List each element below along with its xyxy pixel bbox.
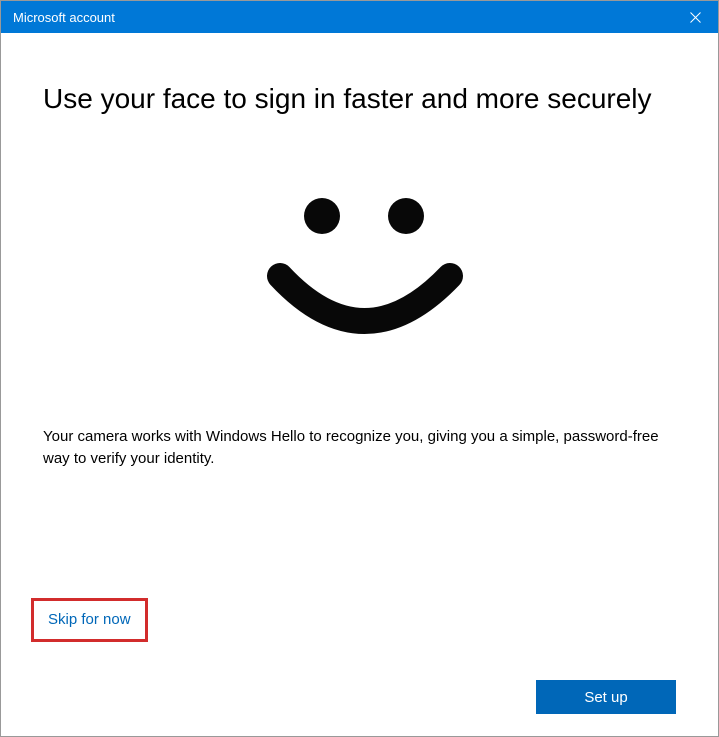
page-heading: Use your face to sign in faster and more… — [43, 81, 676, 116]
setup-button[interactable]: Set up — [536, 680, 676, 714]
description-text: Your camera works with Windows Hello to … — [43, 426, 663, 470]
smiley-face-icon — [250, 176, 470, 376]
hero-illustration-wrap — [43, 176, 676, 376]
dialog-content: Use your face to sign in faster and more… — [1, 33, 718, 736]
window-title: Microsoft account — [13, 10, 115, 25]
dialog-footer: Set up — [536, 680, 676, 714]
dialog-window: Microsoft account Use your face to sign … — [0, 0, 719, 737]
titlebar: Microsoft account — [1, 1, 718, 33]
close-button[interactable] — [672, 1, 718, 33]
skip-link[interactable]: Skip for now — [48, 611, 131, 628]
skip-highlight-box: Skip for now — [31, 598, 148, 642]
close-icon — [690, 12, 701, 23]
